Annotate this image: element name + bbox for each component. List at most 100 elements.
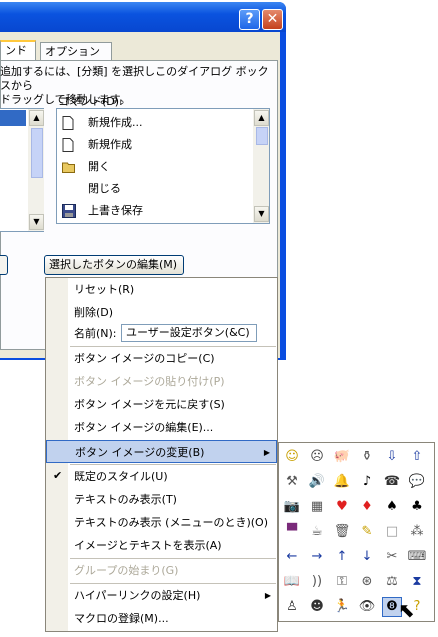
- head-profile-icon[interactable]: ☻: [307, 597, 327, 617]
- radio-wave-icon[interactable]: )): [307, 572, 327, 592]
- command-label: 開く: [88, 160, 110, 173]
- menu-item-label: テキストのみ表示(T): [74, 493, 177, 506]
- arrow-right-icon[interactable]: →: [307, 547, 327, 567]
- menu-item-label: ボタン イメージを元に戻す(S): [74, 398, 225, 411]
- paint-bucket-icon[interactable]: ▀: [282, 522, 302, 542]
- telephone-icon[interactable]: ☎: [382, 472, 402, 492]
- menu-item-paste-image: ボタン イメージの貼り付け(P): [46, 370, 277, 393]
- menu-item-edit-image[interactable]: ボタン イメージの編集(E)...: [46, 416, 277, 439]
- wrench-icon[interactable]: ⚒: [282, 472, 302, 492]
- command-item[interactable]: 上書き保存: [60, 200, 250, 222]
- hourglass-icon[interactable]: ⧗: [407, 572, 427, 592]
- arrow-down-icon[interactable]: ↓: [357, 547, 377, 567]
- menu-item-label: テキストのみ表示 (メニューのとき)(O): [74, 516, 268, 529]
- tab-options[interactable]: オプション(O): [40, 42, 112, 75]
- book-icon[interactable]: 📖: [282, 572, 302, 592]
- diamond-icon[interactable]: ♦: [357, 497, 377, 517]
- music-note-icon[interactable]: ♪: [357, 472, 377, 492]
- submenu-arrow-icon: ▶: [264, 591, 271, 600]
- scroll-down-icon[interactable]: ▼: [29, 214, 44, 230]
- smiley-icon[interactable]: ☺: [282, 447, 302, 467]
- coffee-cup-icon[interactable]: ☕: [307, 522, 327, 542]
- menu-item-copy-image[interactable]: ボタン イメージのコピー(C): [46, 347, 277, 370]
- tab-commands[interactable]: ンド(C): [0, 40, 36, 74]
- new-document-icon: [62, 116, 74, 130]
- menu-item-change-image[interactable]: ボタン イメージの変更(B) ▶: [46, 440, 277, 463]
- command-item[interactable]: 閉じる: [60, 178, 250, 200]
- save-up-icon[interactable]: ⇧: [407, 447, 427, 467]
- menu-item-default-style[interactable]: 既定のスタイル(U): [46, 465, 277, 488]
- save-down-icon[interactable]: ⇩: [382, 447, 402, 467]
- command-label: 新規作成: [88, 138, 132, 151]
- menu-item-text-only-menus[interactable]: テキストのみ表示 (メニューのとき)(O): [46, 511, 277, 534]
- tools-icon[interactable]: ✂: [382, 547, 402, 567]
- menu-item-image-and-text[interactable]: イメージとテキストを表示(A): [46, 534, 277, 557]
- arrow-left-icon[interactable]: ←: [282, 547, 302, 567]
- footprints-icon[interactable]: ⁂: [407, 522, 427, 542]
- menu-item-reset[interactable]: リセット(R): [46, 278, 277, 301]
- speech-bubble-icon[interactable]: 💬: [407, 472, 427, 492]
- running-person-icon[interactable]: 🏃: [332, 597, 352, 617]
- instructions-line-1: 追加するには、[分類] を選択しこのダイアログ ボックスから: [0, 65, 269, 92]
- modify-selection-button[interactable]: 選択したボタンの編集(M) ▾: [44, 255, 184, 289]
- name-label: 名前(N):: [74, 327, 117, 340]
- scroll-down-icon[interactable]: ▼: [254, 206, 269, 222]
- new-document-icon: [62, 138, 74, 152]
- scroll-up-icon[interactable]: ▲: [254, 110, 269, 126]
- command-item[interactable]: 新規作成: [60, 134, 250, 156]
- camera-icon[interactable]: 📷: [282, 497, 302, 517]
- menu-item-label: グループの始まり(G): [74, 564, 179, 577]
- menu-item-reset-image[interactable]: ボタン イメージを元に戻す(S): [46, 393, 277, 416]
- menu-item-begin-group: グループの始まり(G): [46, 559, 277, 582]
- menu-item-label: 削除(D): [74, 306, 114, 319]
- trash-can-icon[interactable]: 🗑: [332, 522, 352, 542]
- menu-item-label: ボタン イメージの変更(B): [75, 446, 205, 459]
- speaker-icon[interactable]: 🔊: [307, 472, 327, 492]
- menu-item-assign-macro[interactable]: マクロの登録(M)...: [46, 607, 277, 630]
- categories-scroll-thumb[interactable]: [31, 128, 43, 178]
- menu-item-label: ボタン イメージの編集(E)...: [74, 421, 214, 434]
- scales-icon[interactable]: ⚖: [382, 572, 402, 592]
- menu-item-delete[interactable]: 削除(D): [46, 301, 277, 324]
- menu-item-text-only-always[interactable]: テキストのみ表示(T): [46, 488, 277, 511]
- categories-selected-item[interactable]: [0, 110, 26, 126]
- menu-item-label: ボタン イメージのコピー(C): [74, 352, 215, 365]
- menu-item-label: マクロの登録(M)...: [74, 612, 169, 625]
- rearrange-commands-button[interactable]: [0, 255, 8, 275]
- key-icon[interactable]: ⚿: [332, 572, 352, 592]
- club-icon[interactable]: ♣: [407, 497, 427, 517]
- blank-icon[interactable]: □: [382, 522, 402, 542]
- menu-item-label: イメージとテキストを表示(A): [74, 539, 222, 552]
- command-label: 上書き保存: [88, 204, 143, 217]
- film-reel-icon[interactable]: ⊛: [357, 572, 377, 592]
- menu-item-label: ハイパーリンクの設定(H): [74, 589, 201, 602]
- menu-item-label: 既定のスタイル(U): [74, 470, 168, 483]
- menu-item-label: リセット(R): [74, 283, 135, 296]
- keyboard-icon[interactable]: ⌨: [407, 547, 427, 567]
- bell-icon[interactable]: 🔔: [332, 472, 352, 492]
- commands-scroll-thumb[interactable]: [256, 127, 268, 145]
- piggy-bank-icon[interactable]: 🐖: [332, 447, 352, 467]
- command-label: 閉じる: [88, 182, 121, 195]
- open-folder-icon: [62, 160, 75, 174]
- scroll-up-icon[interactable]: ▲: [29, 110, 44, 126]
- arrow-up-icon[interactable]: ↑: [332, 547, 352, 567]
- frown-icon[interactable]: ☹: [307, 447, 327, 467]
- eye-icon[interactable]: 👁: [357, 597, 377, 617]
- name-input[interactable]: ユーザー設定ボタン(&C): [121, 324, 257, 342]
- menu-item-hyperlink[interactable]: ハイパーリンクの設定(H) ▶: [46, 584, 277, 607]
- pencil-icon[interactable]: ✎: [357, 522, 377, 542]
- command-label: 新規作成...: [88, 116, 143, 129]
- spade-icon[interactable]: ♠: [382, 497, 402, 517]
- bottle-icon[interactable]: ⚱: [357, 447, 377, 467]
- save-icon: [62, 204, 76, 218]
- close-button[interactable]: ✕: [262, 9, 283, 30]
- instructions-line-2: ドラッグして移動します。: [0, 93, 131, 106]
- person-icon[interactable]: ♙: [282, 597, 302, 617]
- calculator-icon[interactable]: ▦: [307, 497, 327, 517]
- help-button[interactable]: ?: [239, 9, 260, 30]
- mouse-cursor-icon: ⬉: [398, 598, 415, 622]
- command-item[interactable]: 開く: [60, 156, 250, 178]
- heart-icon[interactable]: ♥: [332, 497, 352, 517]
- command-item[interactable]: 新規作成...: [60, 112, 250, 134]
